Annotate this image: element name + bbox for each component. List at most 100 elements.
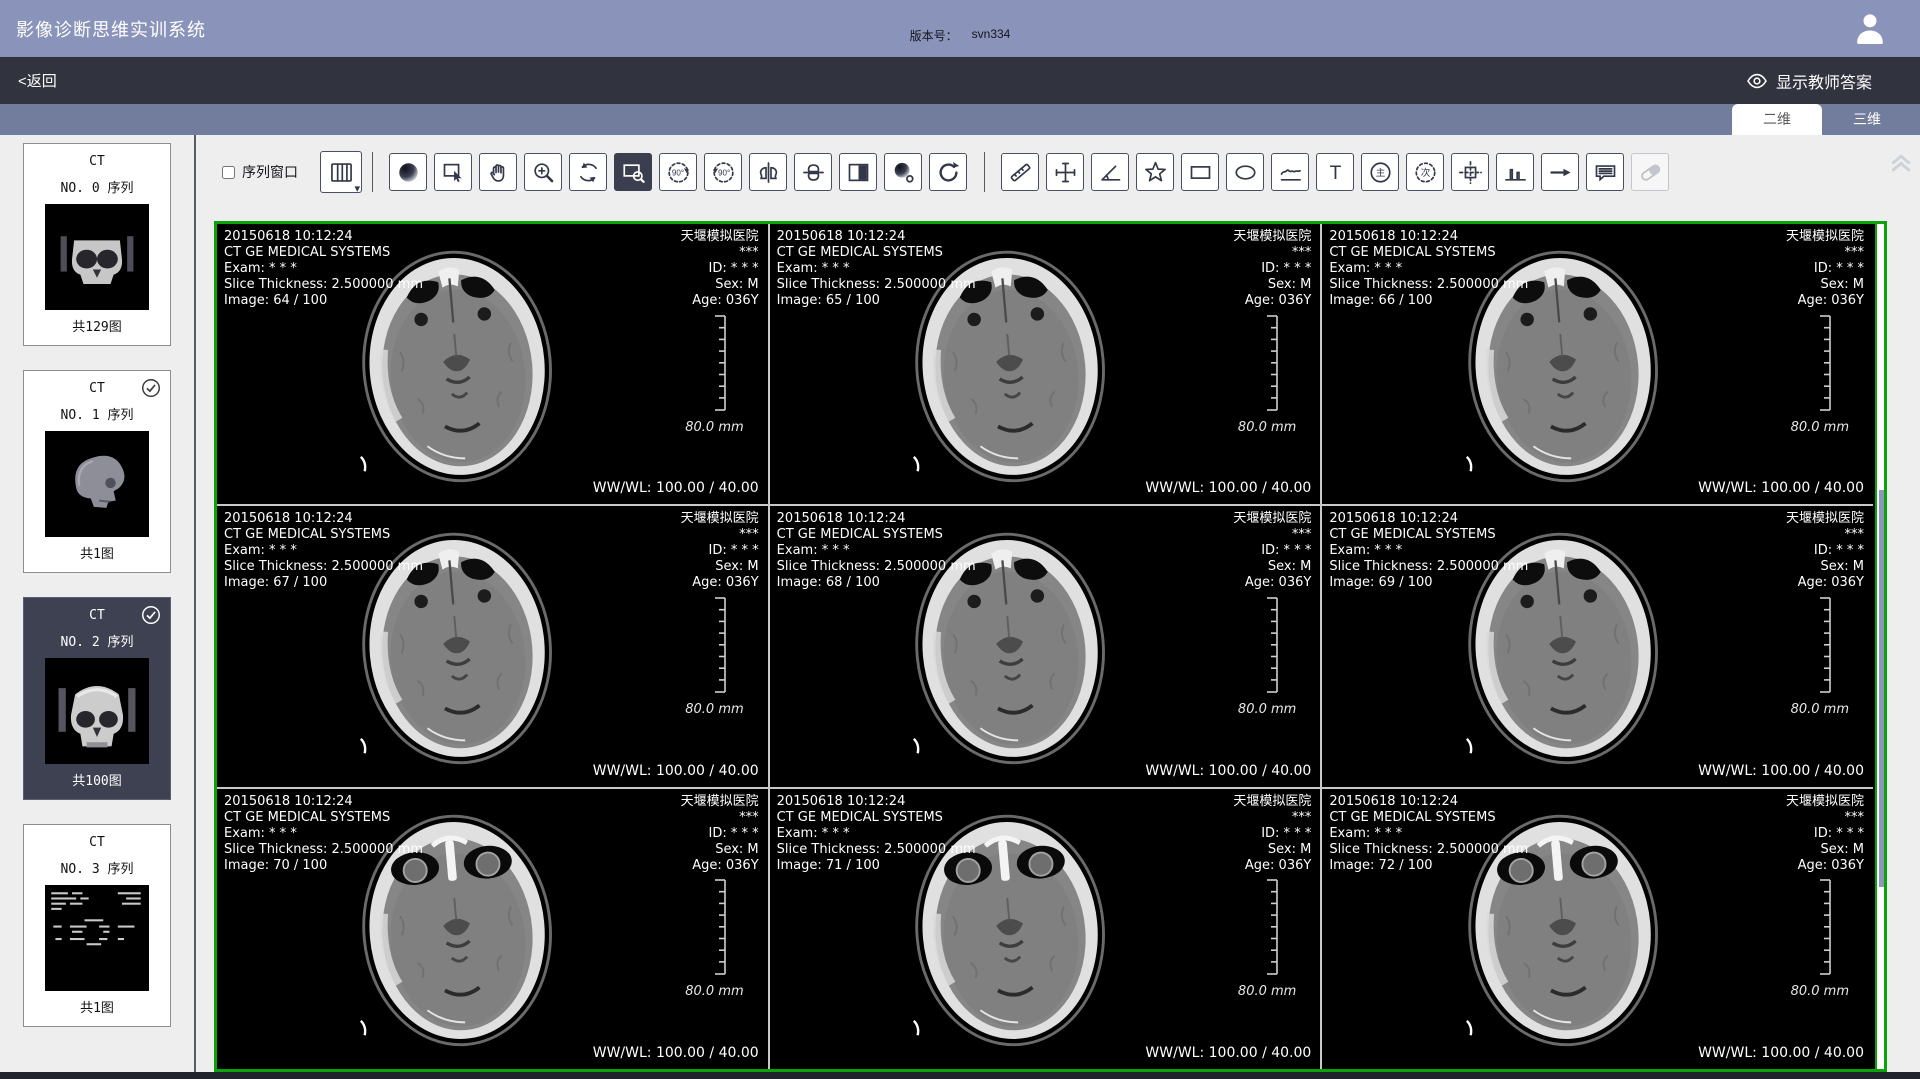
viewer-cell-0[interactable]: 20150618 10:12:24 CT GE MEDICAL SYSTEMS … [217,224,768,504]
wwwl-label: WW/WL: 100.00 / 40.00 [1698,1045,1864,1061]
tool-flip-horizontal-button[interactable] [749,153,787,191]
viewer-cell-8[interactable]: 20150618 10:12:24 CT GE MEDICAL SYSTEMS … [1322,789,1873,1069]
tool-marker-center-button[interactable] [1451,153,1489,191]
viewer-cell-4[interactable]: 20150618 10:12:24 CT GE MEDICAL SYSTEMS … [770,506,1321,786]
layout-grid-icon [328,159,355,186]
tool-rotate-90-ccw-button[interactable]: 90° [659,153,697,191]
tool-invert-gray-button[interactable] [839,153,877,191]
eraser-icon [1637,159,1664,186]
nav-bar: <返回 显示教师答案 [0,57,1920,104]
cell-patient-id: ID: * * * [1786,543,1864,559]
tool-pan-hand-button[interactable] [479,153,517,191]
tab-2d[interactable]: 二维 [1732,104,1822,135]
series-card-1[interactable]: CT NO. 1 序列 共1图 [23,370,171,573]
cell-exam: Exam: * * * [777,543,976,559]
cell-sex: Sex: M [1786,277,1864,293]
cell-hospital: 天堰模拟医院 [1233,511,1311,527]
cell-sex: Sex: M [681,842,759,858]
annotate-text-icon: T [1322,159,1349,186]
cell-exam: Exam: * * * [777,261,976,277]
cell-info-topleft: 20150618 10:12:24 CT GE MEDICAL SYSTEMS … [777,511,976,591]
viewer-scrollbar-thumb[interactable] [1879,490,1884,887]
tool-marker-secondary-button[interactable]: 次 [1406,153,1444,191]
cell-hospital: 天堰模拟医院 [681,511,759,527]
cell-patient-id: ID: * * * [1233,543,1311,559]
version-value: svn334 [972,27,1011,44]
tool-layout-grid-button[interactable]: ▾ [320,151,362,193]
series-card-0[interactable]: CT NO. 0 序列 共129图 [23,143,171,346]
tool-annotate-arrow-button[interactable] [1541,153,1579,191]
cell-patient-id: ID: * * * [1233,261,1311,277]
scale-label: 80.0 mm [1238,420,1296,435]
tool-eraser-button[interactable] [1631,153,1669,191]
cell-age: Age: 036Y [1786,293,1864,309]
tool-measure-cross-button[interactable] [1046,153,1084,191]
marker-secondary-icon: 次 [1412,159,1439,186]
series-sidebar: CT NO. 0 序列 共129图 CT NO. 1 序列 共1图 [0,135,196,1072]
cell-hospital: 天堰模拟医院 [1786,229,1864,245]
cell-info-topleft: 20150618 10:12:24 CT GE MEDICAL SYSTEMS … [224,794,423,874]
tab-3d[interactable]: 三维 [1822,104,1912,135]
tool-roi-curve-button[interactable] [1271,153,1309,191]
series-card-3[interactable]: CT NO. 3 序列 共1图 [23,824,171,1027]
viewer-cell-3[interactable]: 20150618 10:12:24 CT GE MEDICAL SYSTEMS … [217,506,768,786]
tool-rotate-free-button[interactable] [569,153,607,191]
viewer-cell-7[interactable]: 20150618 10:12:24 CT GE MEDICAL SYSTEMS … [770,789,1321,1069]
tool-roi-star-button[interactable] [1136,153,1174,191]
series-thumbnail [45,658,149,764]
profile-curve-icon [1502,159,1529,186]
cell-slice-thickness: Slice Thickness: 2.500000 mm [224,559,423,575]
scale-label: 80.0 mm [1791,420,1849,435]
cell-image-number: Image: 65 / 100 [777,293,976,309]
viewer-cell-5[interactable]: 20150618 10:12:24 CT GE MEDICAL SYSTEMS … [1322,506,1873,786]
show-teacher-answer-button[interactable]: 显示教师答案 [1746,69,1872,93]
tool-measure-angle-button[interactable] [1091,153,1129,191]
viewer-grid: 20150618 10:12:24 CT GE MEDICAL SYSTEMS … [217,224,1873,1069]
series-modality: CT [24,154,170,169]
scale-ruler-icon [710,878,730,976]
tool-profile-curve-button[interactable] [1496,153,1534,191]
tool-roi-ellipse-button[interactable] [1226,153,1264,191]
cell-image-number: Image: 64 / 100 [224,293,423,309]
collapse-toolbar-button[interactable] [1884,147,1918,177]
cell-age: Age: 036Y [681,575,759,591]
series-window-toggle[interactable]: 序列窗口 [222,162,298,182]
version-info: 版本号： svn334 [910,27,1011,44]
tool-window-preset-button[interactable] [884,153,922,191]
back-button[interactable]: <返回 [0,70,57,91]
version-label: 版本号： [910,27,958,44]
tool-zoom-region-button[interactable] [614,153,652,191]
tool-marker-primary-button[interactable]: 主 [1361,153,1399,191]
user-avatar-button[interactable] [1850,9,1890,49]
series-window-checkbox[interactable] [222,166,235,179]
cell-datetime: 20150618 10:12:24 [1329,229,1528,245]
tool-flip-vertical-button[interactable] [794,153,832,191]
tool-rotate-90-cw-button[interactable]: 90° [704,153,742,191]
series-card-2[interactable]: CT NO. 2 序列 共100图 [23,597,171,800]
cell-age: Age: 036Y [1233,575,1311,591]
viewer-scrollbar[interactable] [1875,224,1884,1069]
top-bar: 影像诊断思维实训系统 版本号： svn334 [0,0,1920,57]
tool-window-level-sphere-button[interactable] [389,153,427,191]
wwwl-label: WW/WL: 100.00 / 40.00 [1698,480,1864,496]
tool-zoom-in-button[interactable] [524,153,562,191]
scale-ruler-icon [1815,314,1835,412]
cell-info-topleft: 20150618 10:12:24 CT GE MEDICAL SYSTEMS … [224,229,423,309]
tool-annotate-comment-button[interactable] [1586,153,1624,191]
tool-reset-button[interactable] [929,153,967,191]
tool-measure-line-button[interactable] [1001,153,1039,191]
cell-image-number: Image: 71 / 100 [777,858,976,874]
series-thumbnail [45,885,149,991]
tool-rect-select-button[interactable] [434,153,472,191]
series-count: 共1图 [24,543,170,562]
viewer-cell-2[interactable]: 20150618 10:12:24 CT GE MEDICAL SYSTEMS … [1322,224,1873,504]
tool-annotate-text-button[interactable]: T [1316,153,1354,191]
cell-vendor: CT GE MEDICAL SYSTEMS [1329,527,1528,543]
cell-info-topleft: 20150618 10:12:24 CT GE MEDICAL SYSTEMS … [777,229,976,309]
scale-ruler-icon [1815,878,1835,976]
viewer-cell-1[interactable]: 20150618 10:12:24 CT GE MEDICAL SYSTEMS … [770,224,1321,504]
tool-roi-rect-button[interactable] [1181,153,1219,191]
viewer-cell-6[interactable]: 20150618 10:12:24 CT GE MEDICAL SYSTEMS … [217,789,768,1069]
reset-icon [935,159,962,186]
cell-vendor: CT GE MEDICAL SYSTEMS [224,245,423,261]
